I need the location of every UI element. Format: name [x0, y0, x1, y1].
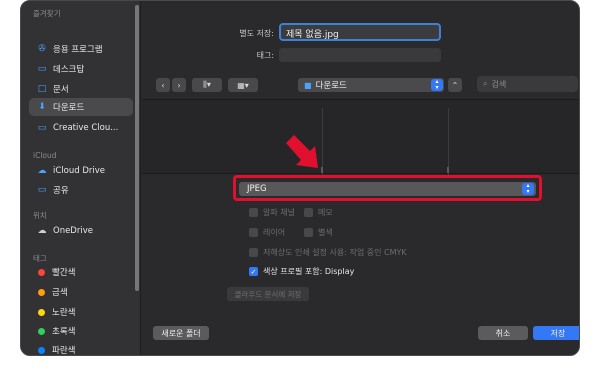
- chevron-updown-icon: ▴ ▾: [431, 79, 443, 91]
- search-icon: ⌕: [483, 79, 488, 88]
- option-label: 저해상도 인쇄 설정 사용: 작업 중인 CMYK: [263, 248, 407, 257]
- document-icon: □: [37, 84, 47, 94]
- sidebar-item-tag-yellow[interactable]: 노란색: [29, 303, 133, 321]
- sidebar-item-label: 공유: [53, 186, 69, 196]
- tags-input[interactable]: [279, 48, 441, 62]
- sidebar-item-tag-orange[interactable]: 금색: [29, 283, 133, 301]
- search-input[interactable]: ⌕ 검색: [477, 76, 578, 92]
- alpha-channel-option[interactable]: 알파 채널: [249, 207, 295, 218]
- location-select[interactable]: ■ 다운로드 ▴ ▾: [298, 78, 444, 92]
- orange-tag-icon: [38, 288, 45, 296]
- sidebar: 즐겨찾기 ✇ 응용 프로그램 ▭ 데스크탑 □ 문서 ⬇ 다운로드 ▭ Crea…: [21, 1, 141, 355]
- sidebar-item-desktop[interactable]: ▭ 데스크탑: [29, 60, 133, 78]
- applications-icon: ✇: [38, 44, 46, 54]
- sidebar-item-label: 파란색: [52, 346, 76, 356]
- sidebar-item-tag-green[interactable]: 초록색: [29, 322, 133, 340]
- cancel-button[interactable]: 취소: [478, 326, 528, 340]
- sidebar-scrollbar[interactable]: [135, 5, 139, 291]
- sidebar-item-tag-blue[interactable]: 파란색: [29, 341, 133, 356]
- icloud-header: iCloud: [33, 151, 57, 160]
- sidebar-item-label: 빨간색: [52, 268, 76, 278]
- format-select[interactable]: JPEG ▴ ▾: [239, 182, 536, 196]
- cloud-icon: ☁: [37, 166, 47, 176]
- save-dialog: 즐겨찾기 ✇ 응용 프로그램 ▭ 데스크탑 □ 문서 ⬇ 다운로드 ▭ Crea…: [20, 0, 580, 356]
- folder-icon: ▭: [37, 123, 47, 133]
- save-as-label: 별도 저장:: [239, 29, 274, 38]
- forward-button[interactable]: ›: [172, 78, 186, 92]
- yellow-tag-icon: [38, 308, 45, 316]
- red-tag-icon: [38, 268, 45, 276]
- save-to-cloud-button[interactable]: 클라우드 문서에 저장: [227, 287, 309, 301]
- sidebar-item-tag-red[interactable]: 빨간색: [29, 263, 133, 281]
- chevron-left-icon: ‹: [161, 80, 165, 90]
- back-button[interactable]: ‹: [156, 78, 170, 92]
- format-label: JPEG: [247, 184, 267, 194]
- sidebar-item-downloads[interactable]: ⬇ 다운로드: [29, 98, 133, 116]
- checkbox[interactable]: [304, 208, 313, 217]
- option-label: 메모: [318, 208, 333, 217]
- save-button[interactable]: 저장: [533, 326, 579, 340]
- columns-view-icon: ⫼▾: [203, 80, 211, 89]
- sidebar-item-shared[interactable]: ▭ 공유: [29, 181, 133, 199]
- sidebar-item-label: Creative Clou...: [53, 123, 119, 133]
- column-resize-handle[interactable]: [447, 167, 449, 173]
- green-tag-icon: [38, 327, 45, 335]
- red-arrow-icon: [286, 135, 318, 168]
- option-label: 색상 프로필 포함: Display: [263, 267, 355, 276]
- file-browser[interactable]: [142, 99, 579, 175]
- view-columns-button[interactable]: ⫼▾: [192, 78, 222, 92]
- sidebar-item-label: 노란색: [52, 308, 76, 318]
- sidebar-item-label: 문서: [53, 85, 69, 95]
- grid-view-icon: ▦▾: [237, 80, 249, 90]
- filename-input[interactable]: 제목 없음.jpg: [279, 23, 441, 41]
- sidebar-item-label: 다운로드: [53, 103, 85, 113]
- favorites-header: 즐겨찾기: [33, 9, 61, 18]
- chevron-right-icon: ›: [177, 80, 181, 90]
- sidebar-item-creative-cloud[interactable]: ▭ Creative Clou...: [29, 119, 133, 137]
- new-folder-button[interactable]: 새로운 폴더: [153, 326, 209, 340]
- option-label: 별색: [318, 228, 333, 237]
- locations-header: 위치: [33, 211, 47, 220]
- option-label: 알파 채널: [263, 208, 295, 217]
- blue-tag-icon: [38, 346, 45, 354]
- low-res-proof-option[interactable]: 저해상도 인쇄 설정 사용: 작업 중인 CMYK: [249, 247, 407, 258]
- location-label: 다운로드: [315, 81, 347, 91]
- checkbox[interactable]: [304, 228, 313, 237]
- sidebar-item-label: 금색: [52, 288, 68, 298]
- sidebar-item-applications[interactable]: ✇ 응용 프로그램: [29, 40, 133, 58]
- sidebar-item-label: iCloud Drive: [53, 166, 106, 176]
- checkmark-icon[interactable]: ✓: [249, 267, 258, 276]
- folder-icon: ■: [304, 80, 312, 90]
- color-profile-option[interactable]: ✓ 색상 프로필 포함: Display: [249, 266, 354, 277]
- collapse-button[interactable]: ⌃: [448, 78, 462, 92]
- sidebar-item-documents[interactable]: □ 문서: [29, 80, 133, 98]
- cloud-icon: ☁: [37, 226, 47, 236]
- option-label: 레이어: [263, 228, 286, 237]
- download-icon: ⬇: [38, 102, 46, 112]
- desktop-icon: ▭: [37, 64, 47, 74]
- column-divider: [448, 108, 449, 175]
- memo-option[interactable]: 메모: [304, 207, 333, 218]
- checkbox[interactable]: [249, 248, 258, 257]
- search-placeholder: 검색: [491, 79, 507, 89]
- checkbox[interactable]: [249, 208, 258, 217]
- spot-color-option[interactable]: 별색: [304, 227, 333, 238]
- chevron-up-icon: ⌃: [451, 80, 459, 90]
- tags-label: 태그:: [256, 51, 274, 60]
- sidebar-item-label: 초록색: [52, 327, 76, 337]
- sidebar-item-label: 데스크탑: [53, 65, 85, 75]
- checkbox[interactable]: [249, 228, 258, 237]
- chevron-updown-icon: ▴ ▾: [522, 183, 534, 195]
- sidebar-item-icloud-drive[interactable]: ☁ iCloud Drive: [29, 162, 133, 180]
- layer-option[interactable]: 레이어: [249, 227, 285, 238]
- shared-folder-icon: ▭: [37, 185, 47, 195]
- group-button[interactable]: ▦▾: [228, 78, 258, 92]
- sidebar-item-onedrive[interactable]: ☁ OneDrive: [29, 222, 133, 240]
- sidebar-item-label: OneDrive: [53, 226, 93, 236]
- sidebar-item-label: 응용 프로그램: [53, 45, 103, 55]
- main-panel: 별도 저장: 제목 없음.jpg 태그: ‹ › ⫼▾ ▦▾ ■ 다운로드 ▴ ▾…: [142, 1, 579, 355]
